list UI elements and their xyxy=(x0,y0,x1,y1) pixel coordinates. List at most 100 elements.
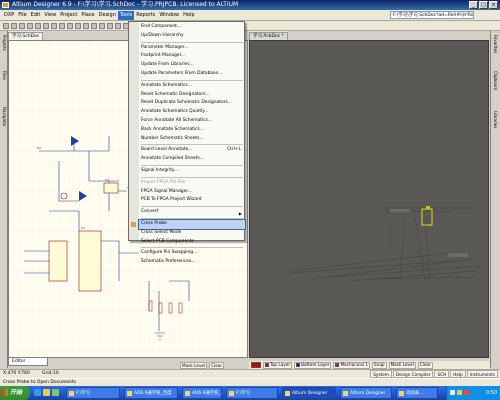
toolbar-button[interactable] xyxy=(107,23,113,29)
layer-tab-mechanical-1[interactable]: Mechanical 1 xyxy=(333,361,371,369)
toolbar-button[interactable] xyxy=(35,23,41,29)
menu-window[interactable]: Window xyxy=(157,11,181,20)
menu-view[interactable]: View xyxy=(42,11,58,20)
toolbar-button[interactable] xyxy=(51,23,57,29)
tab-pcb-doc[interactable]: 学习.PcbDoc * xyxy=(249,32,288,40)
toolbar-button[interactable] xyxy=(67,23,73,29)
toolbar-button[interactable] xyxy=(115,23,121,29)
quicklaunch-folder-icon[interactable] xyxy=(43,389,50,396)
menu-item-label: Configure Pin Swapping... xyxy=(141,250,198,256)
toolbar-button[interactable] xyxy=(75,23,81,29)
right-panel-libraries[interactable]: Libraries xyxy=(492,111,498,128)
menu-project[interactable]: Project xyxy=(58,11,79,20)
quicklaunch-desktop-icon[interactable] xyxy=(52,389,59,396)
menu-dxp[interactable]: DXP xyxy=(2,11,16,20)
toolbar-button[interactable] xyxy=(91,23,97,29)
menu-place[interactable]: Place xyxy=(79,11,96,20)
tray-antivirus-icon[interactable] xyxy=(464,390,469,395)
menu-item-label: Parameter Manager... xyxy=(141,44,189,50)
toolbar-button[interactable] xyxy=(11,23,17,29)
menu-item-schematic-preferences[interactable]: Schematic Preferences... xyxy=(139,258,245,267)
toolbar-button[interactable] xyxy=(59,23,65,29)
menu-item-force-annotate-all-schematics[interactable]: Force Annotate All Schematics... xyxy=(139,117,245,126)
menu-item-configure-pin-swapping[interactable]: Configure Pin Swapping... xyxy=(139,249,245,258)
layer-tab-bottom-layer[interactable]: Bottom Layer xyxy=(294,361,332,369)
menu-edit[interactable]: Edit xyxy=(29,11,43,20)
menu-item-annotate-compiled-sheets[interactable]: Annotate Compiled Sheets... xyxy=(139,155,245,164)
menu-item-cross-select-mode[interactable]: Cross Select Mode xyxy=(139,229,245,238)
quicklaunch-ie-icon[interactable] xyxy=(34,389,41,396)
menu-item-update-from-libraries[interactable]: Update From Libraries... xyxy=(139,61,245,70)
editor-tab[interactable]: Editor xyxy=(8,358,48,366)
altium-app-icon[interactable] xyxy=(2,2,9,8)
menu-item-number-schematic-sheets[interactable]: Number Schematic Sheets... xyxy=(139,135,245,144)
right-panel-clipboard[interactable]: Clipboard xyxy=(492,71,498,90)
minimize-button[interactable]: _ xyxy=(469,1,478,9)
layer-tab-top-layer[interactable]: Top Layer xyxy=(263,361,293,369)
left-panel-navigator[interactable]: Navigator xyxy=(1,107,7,127)
menu-item-back-annotate-schematics[interactable]: Back Annotate Schematics... xyxy=(139,126,245,135)
menu-item-parameter-manager[interactable]: Parameter Manager... xyxy=(139,44,245,53)
task-app-icon xyxy=(127,391,132,396)
document-path-field[interactable]: F:\学习\学习.SchDoc?ad=Rel\#ii(t!Ro xyxy=(390,11,474,19)
menu-item-up-down-hierarchy[interactable]: Up/Down Hierarchy xyxy=(139,32,245,41)
taskbar-button[interactable]: F:\学习 xyxy=(66,387,120,399)
menu-item-convert[interactable]: Convert ▶ xyxy=(139,208,245,217)
menu-tools[interactable]: Tools xyxy=(117,10,135,20)
menu-item-reset-duplicate-schematic-designators[interactable]: Reset Duplicate Schematic Designators... xyxy=(139,99,245,108)
mask-button-mask-level[interactable]: Mask Level xyxy=(180,361,208,369)
taskbar-button[interactable]: Altium Designer xyxy=(340,387,392,399)
menu-item-select-pcb-components[interactable]: Select PCB Components xyxy=(139,238,245,247)
taskbar-button[interactable]: AD6.9通学校_百度 xyxy=(124,387,178,399)
taskbar-button[interactable]: F:\学习 xyxy=(226,387,278,399)
taskbar-button[interactable]: AD6.9通学校_百度 xyxy=(182,387,222,399)
tab-schematic-doc[interactable]: 学习.SchDoc xyxy=(8,32,44,40)
taskbar-button[interactable]: 添加表... xyxy=(396,387,438,399)
pcb-button-mask-level[interactable]: Mask Level xyxy=(388,361,416,369)
task-app-icon xyxy=(69,391,74,396)
menu-help[interactable]: Help xyxy=(181,11,196,20)
panel-button-design-compiler[interactable]: Design Compiler xyxy=(392,370,434,378)
menu-item-pcb-to-fpga-project-wizard[interactable]: PCB To FPGA Project Wizard xyxy=(139,196,245,205)
menu-item-annotate-schematics[interactable]: Annotate Schematics... xyxy=(139,82,245,91)
menu-item-footprint-manager[interactable]: Footprint Manager... xyxy=(139,52,245,61)
mask-button-clear[interactable]: Clear xyxy=(209,361,225,369)
menu-item-label: Update From Libraries... xyxy=(141,62,194,68)
right-panel-favorites[interactable]: Favorites xyxy=(492,35,498,53)
close-button[interactable]: × xyxy=(489,1,498,9)
toolbar-button[interactable] xyxy=(83,23,89,29)
menu-item-board-level-annotate[interactable]: Board Level Annotate... Ctrl+L xyxy=(139,146,245,155)
left-panel-projects[interactable]: Projects xyxy=(1,35,7,51)
menu-item-label: Number Schematic Sheets... xyxy=(141,135,204,141)
menu-item-update-parameters-from-database[interactable]: Update Parameters From Database... xyxy=(139,70,245,79)
schematic-mask-bar: Mask Level Clear xyxy=(180,361,248,369)
menu-item-find-component[interactable]: Find Component... xyxy=(139,23,245,32)
menu-file[interactable]: File xyxy=(16,11,28,20)
menu-item-signal-integrity[interactable]: Signal Integrity... xyxy=(139,167,245,176)
panel-button-system[interactable]: System xyxy=(370,370,392,378)
pcb-button-snap[interactable]: Snap xyxy=(372,361,387,369)
tray-network-icon[interactable] xyxy=(450,390,455,395)
taskbar-button[interactable]: Altium Designer xyxy=(282,387,336,399)
toolbar-button[interactable] xyxy=(27,23,33,29)
toolbar-button[interactable] xyxy=(3,23,9,29)
maximize-button[interactable]: □ xyxy=(479,1,488,9)
left-panel-files[interactable]: Files xyxy=(1,71,7,80)
menu-item-fpga-signal-manager[interactable]: FPGA Signal Manager... xyxy=(139,188,245,197)
toolbar-button[interactable] xyxy=(99,23,105,29)
toolbar-button[interactable] xyxy=(19,23,25,29)
toolbar-button[interactable] xyxy=(43,23,49,29)
menu-reports[interactable]: Reports xyxy=(134,11,157,20)
pcb-canvas[interactable] xyxy=(249,40,489,358)
menu-design[interactable]: Design xyxy=(97,11,118,20)
menu-item-annotate-schematics-quietly[interactable]: Annotate Schematics Quietly... xyxy=(139,108,245,117)
pcb-button-clear[interactable]: Clear xyxy=(417,361,433,369)
menu-item-reset-schematic-designators[interactable]: Reset Schematic Designators... xyxy=(139,91,245,100)
start-button[interactable]: 开始 xyxy=(0,386,30,400)
current-layer-swatch[interactable] xyxy=(251,362,261,368)
panel-button-instruments[interactable]: Instruments xyxy=(466,370,498,378)
menu-item-cross-probe[interactable]: Cross Probe xyxy=(131,219,246,230)
panel-button-help[interactable]: Help xyxy=(450,370,466,378)
tray-volume-icon[interactable] xyxy=(457,390,462,395)
panel-button-sch[interactable]: SCH xyxy=(434,370,450,378)
